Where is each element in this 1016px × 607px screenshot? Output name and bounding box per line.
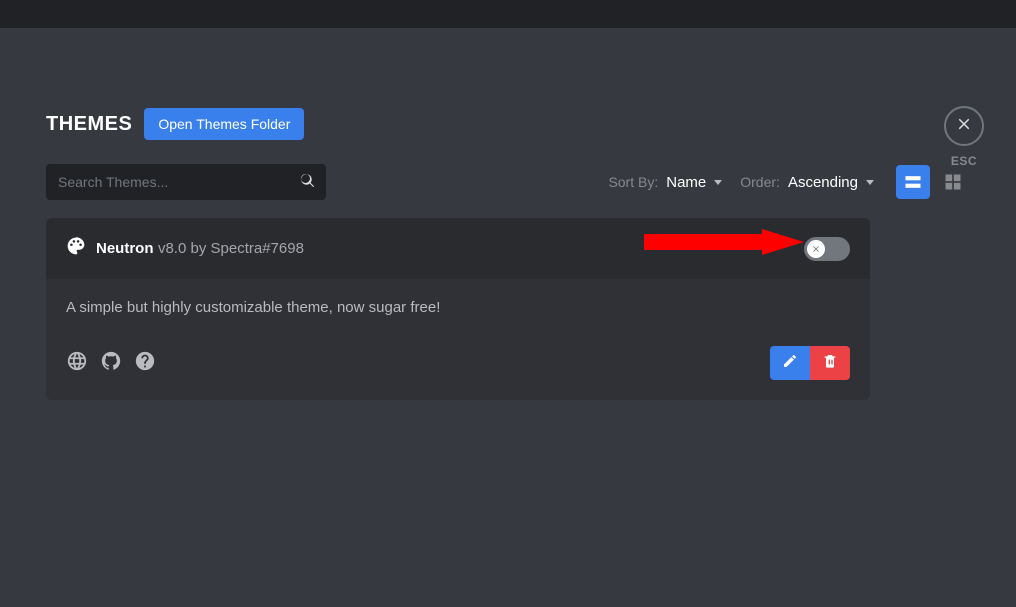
palette-icon <box>66 236 86 261</box>
github-icon[interactable] <box>100 350 122 377</box>
toggle-knob <box>807 240 825 258</box>
close-icon <box>955 115 973 138</box>
delete-button[interactable] <box>810 346 850 380</box>
search-input[interactable] <box>58 174 278 190</box>
list-view-button[interactable] <box>896 165 930 199</box>
edit-button[interactable] <box>770 346 810 380</box>
theme-links <box>66 350 156 377</box>
theme-enable-toggle[interactable] <box>804 237 850 261</box>
theme-name: Neutron <box>96 240 154 257</box>
title-bar <box>0 0 1016 28</box>
theme-actions <box>770 346 850 380</box>
view-toggle <box>896 165 970 199</box>
open-themes-folder-button[interactable]: Open Themes Folder <box>144 108 304 140</box>
theme-card: Neutron v8.0 by Spectra#7698 A simple bu… <box>46 218 870 400</box>
theme-author: Spectra#7698 <box>211 240 304 257</box>
theme-card-header: Neutron v8.0 by Spectra#7698 <box>46 218 870 279</box>
close-group: ESC <box>944 106 984 168</box>
theme-version: v8.0 <box>158 240 186 257</box>
order-value: Ascending <box>788 174 858 191</box>
theme-description: A simple but highly customizable theme, … <box>66 299 850 316</box>
order-label: Order: <box>740 174 780 190</box>
escape-label: ESC <box>951 154 977 168</box>
pencil-icon <box>782 353 798 374</box>
theme-title-group: Neutron v8.0 by Spectra#7698 <box>66 236 804 261</box>
search-box[interactable] <box>46 164 326 200</box>
chevron-down-icon <box>714 180 722 185</box>
trash-icon <box>822 353 838 374</box>
order-select[interactable]: Ascending <box>788 174 874 191</box>
close-button[interactable] <box>944 106 984 146</box>
search-icon <box>298 171 316 194</box>
help-icon[interactable] <box>134 350 156 377</box>
chevron-down-icon <box>866 180 874 185</box>
sort-by-select[interactable]: Name <box>666 174 722 191</box>
theme-card-footer <box>66 346 850 380</box>
grid-view-button[interactable] <box>936 165 970 199</box>
page-title: THEMES <box>46 113 132 136</box>
sort-by-value: Name <box>666 174 706 191</box>
page-header: THEMES Open Themes Folder <box>46 108 970 140</box>
controls-row: Sort By: Name Order: Ascending <box>46 164 970 200</box>
theme-author-prefix: by <box>190 240 206 257</box>
themes-settings-page: THEMES Open Themes Folder Sort By: Name … <box>0 28 1016 400</box>
theme-card-body: A simple but highly customizable theme, … <box>46 279 870 400</box>
sort-by-label: Sort By: <box>608 174 658 190</box>
website-icon[interactable] <box>66 350 88 377</box>
